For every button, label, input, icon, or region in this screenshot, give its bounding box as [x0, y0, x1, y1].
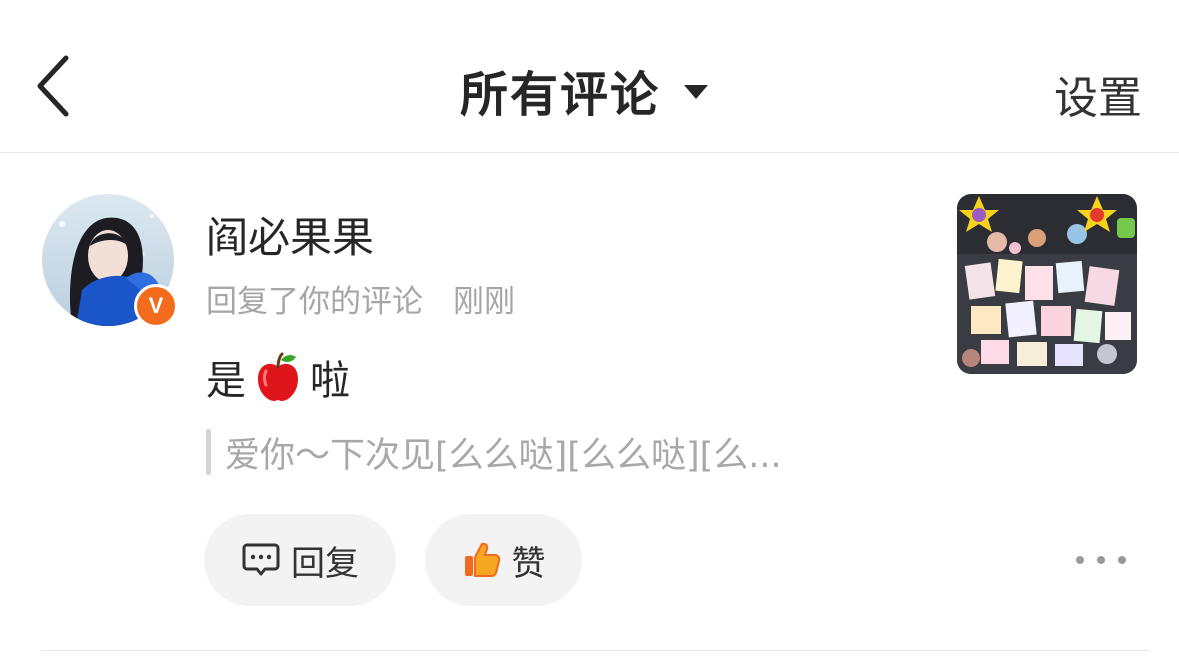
quoted-text: 爱你～下次见[么么哒][么么哒][么...: [225, 435, 782, 476]
like-label: 赞: [511, 543, 546, 584]
reply-button[interactable]: 回复: [204, 514, 396, 606]
verified-badge: V: [134, 284, 178, 328]
quoted-comment[interactable]: 爱你～下次见[么么哒][么么哒][么...: [206, 428, 782, 476]
action-text: 回复了你的评论: [206, 284, 423, 320]
comment-content: 是 啦: [206, 350, 350, 404]
like-button[interactable]: 赞: [425, 514, 582, 606]
notification-screen: 所有评论 设置 V 阎必果果 回复了你的评论 刚刚 是 啦 爱你～下次见[么么哒…: [0, 0, 1179, 664]
comment-filter-dropdown[interactable]: 所有评论: [460, 55, 709, 125]
more-dots-icon: [1076, 556, 1084, 564]
page-title: 所有评论: [460, 67, 661, 123]
post-thumbnail[interactable]: [957, 194, 1137, 374]
reply-label: 回复: [291, 543, 359, 584]
more-dots-icon: [1118, 556, 1126, 564]
caret-down-icon: [684, 85, 709, 99]
timestamp: 刚刚: [453, 284, 515, 320]
quote-bar: [206, 429, 211, 475]
back-button[interactable]: [30, 52, 78, 122]
header-divider: [0, 152, 1179, 153]
content-text-after: 啦: [310, 358, 350, 404]
comment-meta: 回复了你的评论 刚刚: [206, 276, 515, 321]
chevron-left-icon: [37, 55, 69, 117]
more-options-button[interactable]: [1076, 542, 1126, 578]
thumbs-up-icon: [464, 542, 500, 577]
username[interactable]: 阎必果果: [206, 204, 374, 265]
more-dots-icon: [1097, 556, 1105, 564]
avatar[interactable]: V: [42, 194, 178, 328]
apple-emoji-icon: [258, 352, 298, 401]
settings-button[interactable]: 设置: [1054, 62, 1142, 126]
top-nav-bar: 所有评论 设置: [0, 0, 1179, 152]
comment-bubble-icon: [242, 543, 280, 576]
thumbnail-image: [957, 194, 1137, 374]
content-text-before: 是: [206, 358, 246, 404]
comment-divider: [42, 650, 1149, 651]
